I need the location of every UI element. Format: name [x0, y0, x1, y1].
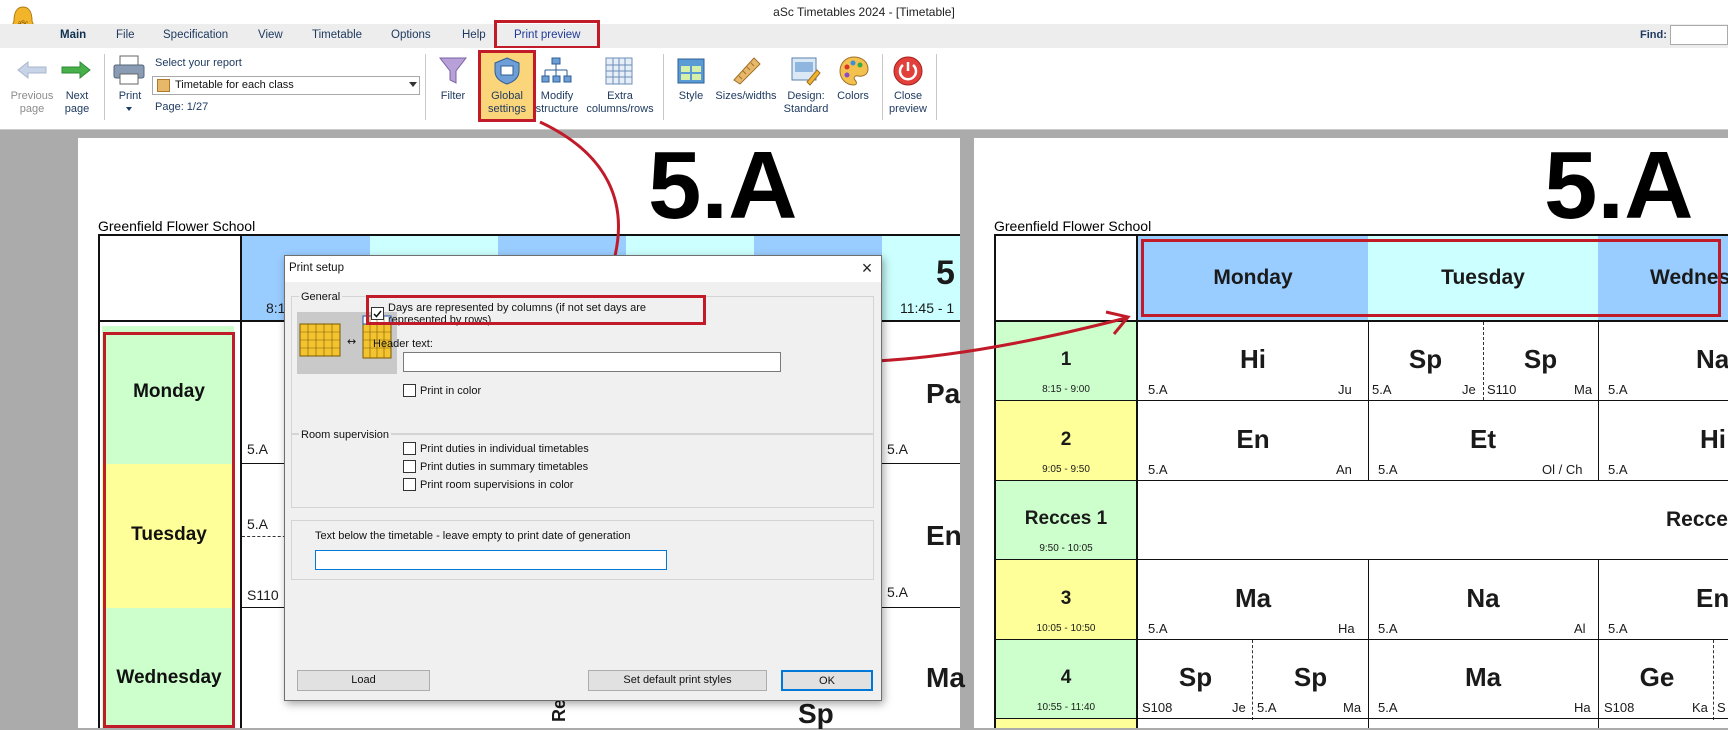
ok-button[interactable]: OK [781, 670, 873, 691]
duties-individual-label: Print duties in individual timetables [420, 443, 589, 455]
load-button[interactable]: Load [297, 670, 430, 691]
days-columns-highlight [366, 295, 706, 325]
general-group-label: General [299, 291, 343, 303]
print-setup-dialog: Print setup × General ↔ Days are represe… [284, 255, 882, 701]
close-icon[interactable]: × [857, 258, 877, 278]
header-text-label: Header text: [373, 338, 433, 350]
room-supervisions-color-checkbox[interactable] [403, 478, 416, 491]
dialog-title-bar [285, 256, 881, 282]
header-text-input[interactable] [403, 352, 781, 372]
print-in-color-checkbox[interactable] [403, 384, 416, 397]
print-in-color-label: Print in color [420, 385, 482, 397]
text-below-input[interactable] [315, 550, 667, 570]
duties-individual-checkbox[interactable] [403, 442, 416, 455]
set-default-print-styles-button[interactable]: Set default print styles [588, 670, 767, 691]
duties-summary-label: Print duties in summary timetables [420, 461, 589, 473]
room-supervision-group-label: Room supervision [299, 429, 392, 441]
svg-text:↔: ↔ [347, 335, 356, 348]
dialog-title: Print setup [289, 262, 344, 274]
room-supervisions-color-label: Print room supervisions in color [420, 479, 574, 491]
duties-summary-checkbox[interactable] [403, 460, 416, 473]
text-below-label: Text below the timetable - leave empty t… [315, 530, 631, 542]
